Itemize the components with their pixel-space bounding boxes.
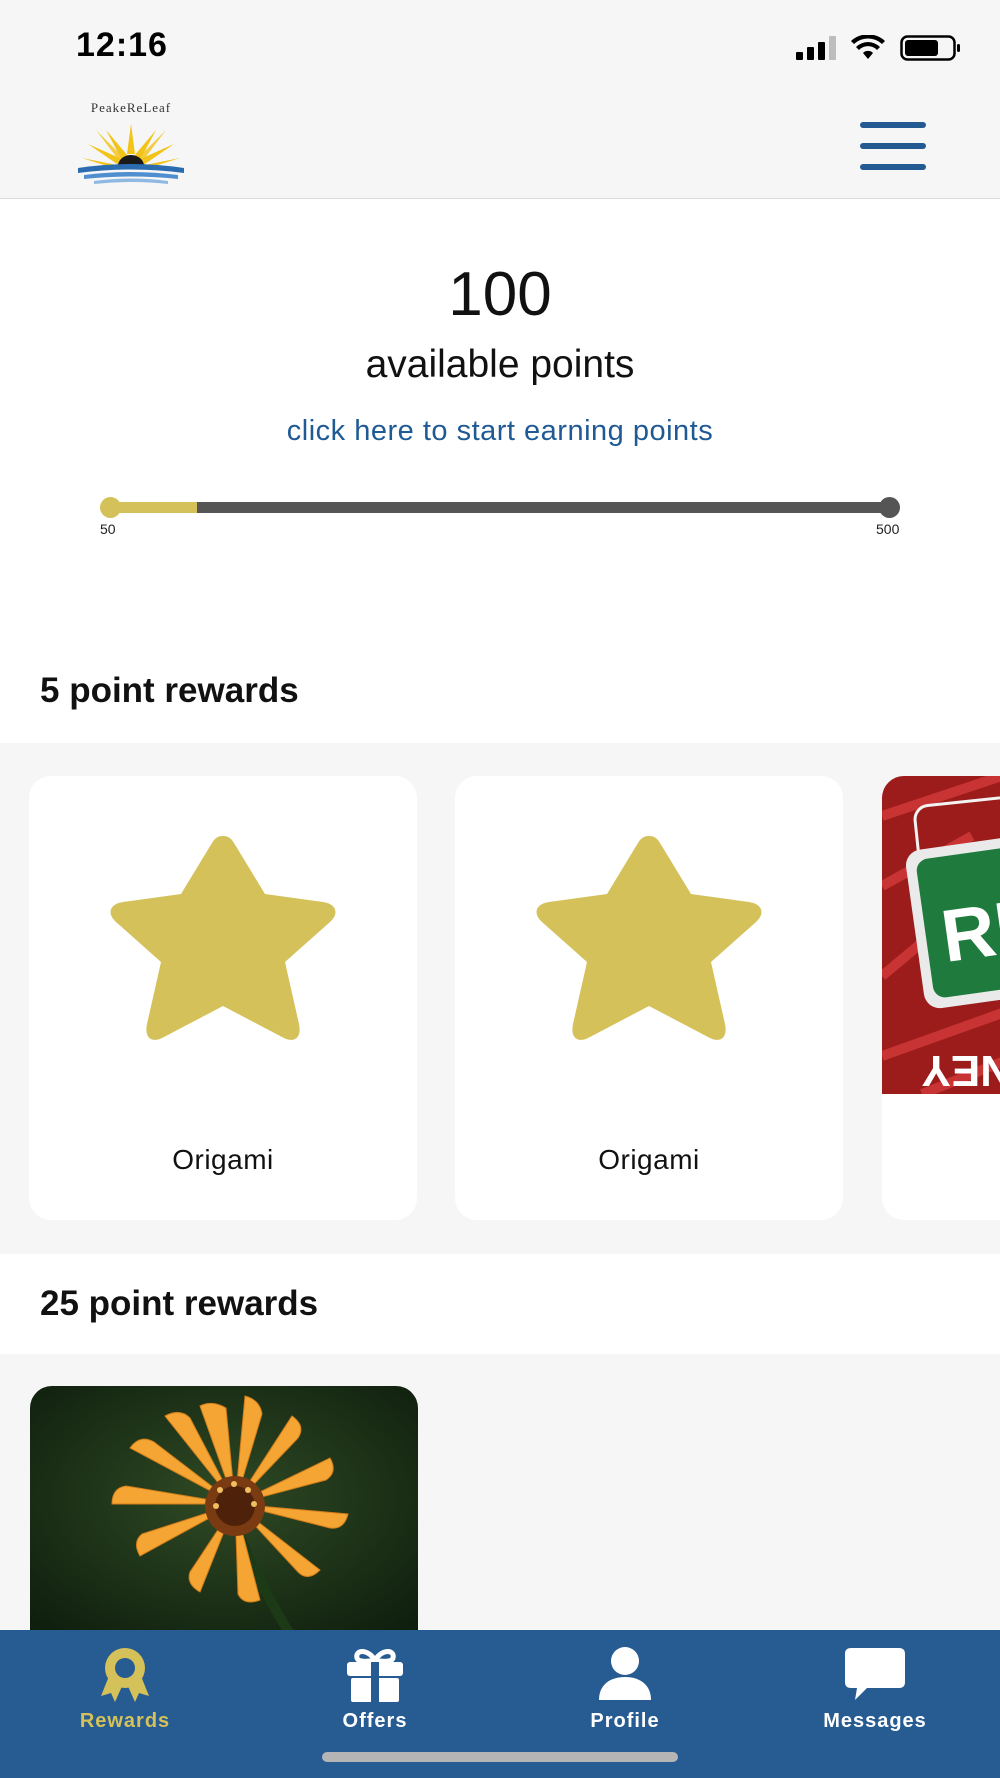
nav-item-messages[interactable]: Messages	[750, 1630, 1000, 1750]
nav-item-rewards[interactable]: Rewards	[0, 1630, 250, 1750]
start-earning-link[interactable]: click here to start earning points	[0, 415, 1000, 448]
reward-card[interactable]: Origami	[455, 776, 843, 1220]
hamburger-menu-button[interactable]	[858, 120, 928, 174]
points-progress-track	[110, 502, 890, 513]
rewards-carousel-5-point[interactable]: Origami Origami RI NEY	[0, 744, 1000, 1254]
orange-flower-photo	[30, 1386, 418, 1630]
speech-bubble-icon	[845, 1648, 905, 1700]
section-title-25-point: 25 point rewards	[40, 1284, 319, 1323]
svg-text:RI: RI	[936, 885, 1000, 977]
nav-label-messages: Messages	[823, 1710, 927, 1732]
nav-label-rewards: Rewards	[79, 1710, 171, 1732]
reward-card[interactable]: RI NEY	[882, 776, 1000, 1220]
points-summary: 100 available points click here to start…	[0, 199, 1000, 743]
cellular-signal-icon	[796, 36, 836, 60]
battery-icon	[900, 35, 960, 61]
nav-label-offers: Offers	[342, 1710, 408, 1732]
progress-min-label: 50	[100, 521, 116, 537]
points-label: available points	[365, 343, 635, 386]
home-indicator	[322, 1752, 678, 1762]
nav-item-profile[interactable]: Profile	[500, 1630, 750, 1750]
reward-card[interactable]: Origami	[29, 776, 417, 1220]
red-sign-photo: RI NEY	[882, 776, 1000, 1094]
points-value: 100	[448, 260, 552, 329]
status-icons	[796, 34, 962, 62]
section-title-5-point: 5 point rewards	[40, 671, 299, 710]
person-icon	[599, 1647, 651, 1700]
reward-card[interactable]	[30, 1386, 418, 1630]
app-header: PeakeReLeaf	[0, 92, 1000, 199]
star-icon	[110, 836, 336, 1040]
nav-item-offers[interactable]: Offers	[250, 1630, 500, 1750]
star-icon	[536, 836, 762, 1040]
gift-icon	[347, 1649, 403, 1702]
progress-start-knob	[100, 497, 121, 518]
progress-max-label: 500	[876, 521, 900, 537]
points-progress-fill	[110, 502, 197, 513]
wifi-icon	[851, 35, 885, 59]
progress-end-knob	[879, 497, 900, 518]
rewards-carousel-25-point[interactable]	[0, 1354, 1000, 1630]
reward-card-label: Origami	[598, 1144, 700, 1175]
sun-logo-icon	[78, 124, 184, 184]
svg-text:NEY: NEY	[922, 1046, 1000, 1094]
award-ribbon-icon	[101, 1648, 149, 1702]
status-bar: 12:16	[0, 0, 1000, 92]
reward-card-label: Origami	[172, 1144, 274, 1175]
status-time: 12:16	[76, 26, 168, 64]
logo-text: PeakeReLeaf	[90, 100, 172, 115]
peake-releaf-logo: PeakeReLeaf	[76, 100, 186, 188]
section-header-25-point: 25 point rewards	[0, 1254, 1000, 1354]
nav-label-profile: Profile	[590, 1710, 660, 1732]
